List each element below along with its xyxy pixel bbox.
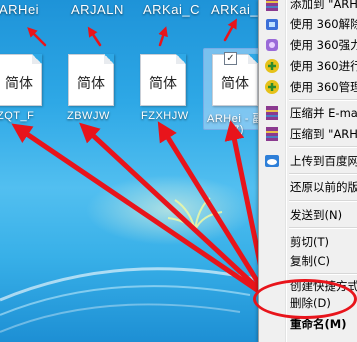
menu-item-upload-baidu[interactable]: 上传到百度网: [259, 151, 357, 171]
winrar-icon: [266, 106, 278, 120]
winrar-icon: [266, 0, 278, 11]
menu-item-add-to-archive[interactable]: 添加到 "ARH: [259, 0, 357, 14]
menu-separator: [289, 173, 357, 175]
desktop-label[interactable]: ARKai_: [211, 2, 258, 17]
menu-item-rename[interactable]: 重命名(M): [259, 314, 357, 334]
context-menu: 添加到 "ARH 使用 360解除 使用 360强力 使用 360进行 使用 3…: [258, 0, 357, 342]
menu-item-360-scan[interactable]: 使用 360进行: [259, 56, 357, 76]
font-file-icon[interactable]: 简体: [134, 48, 190, 108]
baidu-cloud-icon: [265, 155, 279, 167]
menu-item-compress-to[interactable]: 压缩到 "ARH: [259, 124, 357, 144]
360-scan-icon: [265, 59, 279, 73]
menu-item-compress-email[interactable]: 压缩并 E-ma: [259, 103, 357, 123]
file-name: FZXHJW: [141, 110, 189, 122]
menu-item-restore-versions[interactable]: 还原以前的版: [259, 177, 357, 197]
menu-item-delete[interactable]: 删除(D): [259, 293, 357, 313]
file-name: ZQT_F: [0, 110, 35, 122]
desktop-label[interactable]: ARKai_C: [143, 2, 200, 17]
wallpaper-glow: [167, 197, 223, 231]
desktop-label[interactable]: ARJALN: [71, 2, 124, 17]
winrar-icon: [266, 127, 278, 141]
font-file-icon[interactable]: 简体: [0, 48, 46, 108]
menu-item-copy[interactable]: 复制(C): [259, 251, 357, 271]
menu-separator: [289, 99, 357, 101]
menu-separator: [289, 227, 357, 229]
desktop-label[interactable]: ARHei: [0, 2, 39, 17]
selection-checkbox[interactable]: ✓: [224, 52, 237, 65]
file-name-suffix: (7): [229, 124, 244, 136]
wallpaper-swoosh: [0, 267, 260, 333]
font-file-icon[interactable]: 简体: [62, 48, 118, 108]
menu-item-send-to[interactable]: 发送到(N): [259, 205, 357, 225]
360-delete-icon: [266, 39, 278, 51]
menu-separator: [289, 200, 357, 202]
file-name: ZBWJW: [67, 110, 110, 122]
360-manage-icon: [265, 80, 279, 94]
menu-item-cut[interactable]: 剪切(T): [259, 232, 357, 252]
menu-separator: [289, 146, 357, 148]
menu-item-360-manage[interactable]: 使用 360管理: [259, 77, 357, 97]
360-unlock-icon: [266, 19, 278, 30]
menu-item-360-unlock[interactable]: 使用 360解除: [259, 14, 357, 34]
menu-item-360-delete[interactable]: 使用 360强力: [259, 35, 357, 55]
menu-separator: [289, 273, 357, 275]
